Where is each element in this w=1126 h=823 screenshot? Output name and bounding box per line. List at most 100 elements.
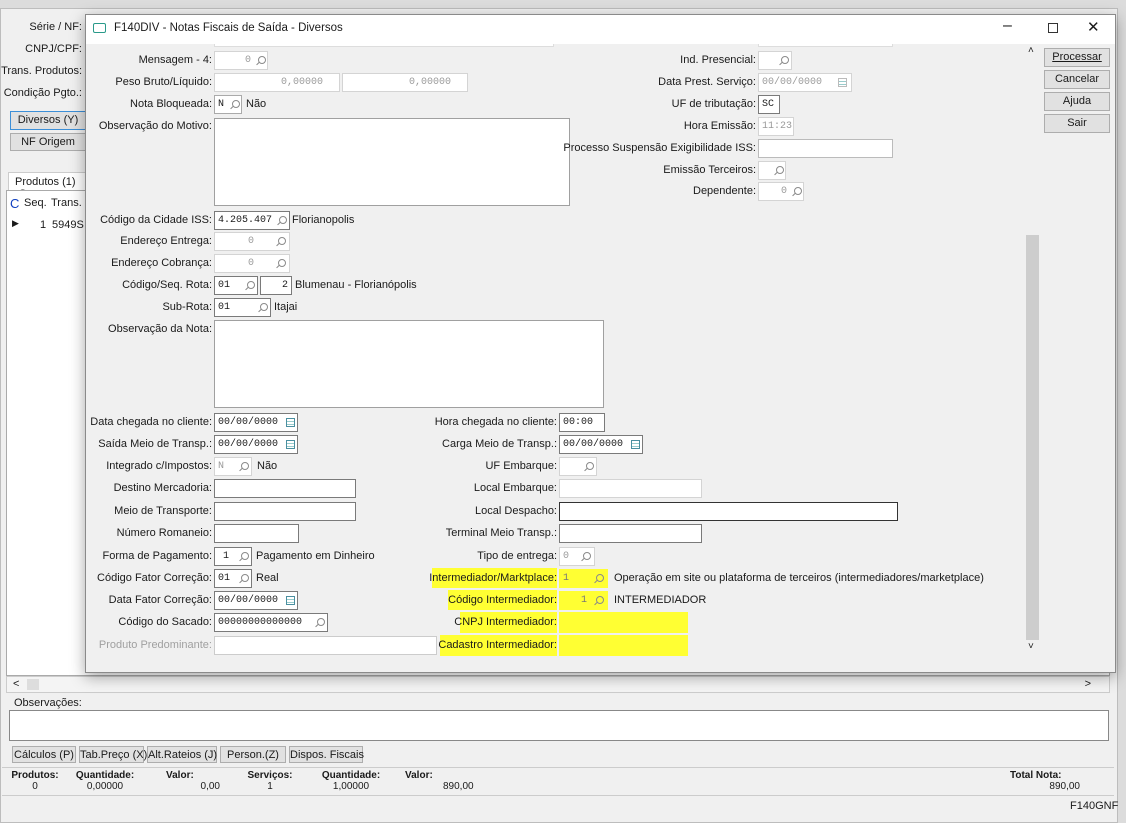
total-nota-label: Total Nota: — [1010, 770, 1062, 781]
terminal-input[interactable] — [559, 524, 702, 543]
ajuda-button[interactable]: Ajuda — [1044, 92, 1110, 111]
local-despacho-label: Local Despacho: — [475, 505, 557, 517]
servicos-label: Serviços: — [247, 770, 293, 781]
tab-produtos[interactable]: Produtos (1) S — [8, 172, 86, 200]
grid-cell-seq[interactable]: 1 — [40, 219, 46, 231]
end-entrega-label: Endereço Entrega: — [120, 235, 212, 247]
processo-iss-label: Processo Suspensão Exigibilidade ISS: — [563, 142, 756, 154]
calendar-icon[interactable] — [631, 440, 640, 449]
vertical-scrollbar[interactable]: ˄ ˅ — [1025, 45, 1040, 657]
search-icon[interactable] — [238, 574, 249, 584]
observacoes-textarea[interactable] — [9, 710, 1109, 741]
local-embarque-input[interactable] — [559, 479, 702, 498]
forma-pagamento-desc: Pagamento em Dinheiro — [256, 550, 375, 562]
meio-transporte-input[interactable] — [214, 502, 356, 521]
search-icon[interactable] — [238, 462, 249, 472]
minimize-icon[interactable]: – — [1003, 17, 1012, 35]
peso-liquido-input[interactable]: 0,00000 — [342, 73, 468, 92]
rota-label: Código/Seq. Rota: — [122, 279, 212, 291]
produtos-label: Produtos: — [11, 770, 59, 781]
obs-motivo-label: Observação do Motivo: — [98, 120, 212, 132]
peso-bruto-input[interactable]: 0,00000 — [214, 73, 340, 92]
cancelar-button[interactable]: Cancelar — [1044, 70, 1110, 89]
local-despacho-input[interactable] — [559, 502, 898, 521]
cadastro-intermediador-input[interactable] — [559, 635, 688, 656]
search-icon[interactable] — [255, 56, 266, 66]
nf-origem-button[interactable]: NF Origem — [10, 133, 86, 151]
destino-label: Destino Mercadoria: — [113, 482, 212, 494]
calculos-button[interactable]: Cálculos (P) — [12, 746, 76, 763]
row-pointer-icon: ▶ — [12, 218, 19, 228]
cnpj-intermediador-label: CNPJ Intermediador: — [454, 616, 557, 628]
search-icon[interactable] — [238, 552, 249, 562]
scroll-thumb[interactable] — [1026, 235, 1039, 640]
destino-input[interactable] — [214, 479, 356, 498]
servicos-value: 1 — [267, 781, 273, 792]
scroll-left-icon[interactable]: < — [13, 678, 19, 690]
scroll-thumb[interactable] — [27, 679, 39, 690]
valor-p-label: Valor: — [166, 770, 194, 781]
obs-nota-textarea[interactable] — [214, 320, 604, 408]
processar-button[interactable]: Processar — [1044, 48, 1110, 67]
search-icon[interactable] — [583, 462, 594, 472]
search-icon[interactable] — [778, 56, 789, 66]
search-icon[interactable] — [314, 618, 325, 628]
cidade-iss-desc: Florianopolis — [292, 214, 355, 226]
search-icon[interactable] — [773, 166, 784, 176]
scroll-up-icon[interactable]: ˄ — [1028, 45, 1034, 56]
cnpj-intermediador-input[interactable] — [559, 612, 688, 633]
calendar-icon[interactable] — [838, 78, 847, 87]
search-icon[interactable] — [257, 303, 268, 313]
produtos-value: 0 — [32, 781, 38, 792]
calendar-icon[interactable] — [286, 418, 295, 427]
search-icon[interactable] — [275, 237, 286, 247]
search-icon[interactable] — [275, 259, 286, 269]
search-icon[interactable] — [580, 552, 591, 562]
dispos-fiscais-button[interactable]: Dispos. Fiscais — [289, 746, 364, 763]
end-cobranca-label: Endereço Cobrança: — [111, 257, 212, 269]
search-icon[interactable] — [276, 216, 287, 226]
nota-bloqueada-label: Nota Bloqueada: — [130, 98, 212, 110]
close-icon[interactable]: ✕ — [1087, 18, 1100, 36]
grid-cell-trans[interactable]: 5949S — [52, 219, 84, 231]
hora-emissao-input[interactable]: 11:23 — [758, 117, 794, 136]
saida-meio-label: Saída Meio de Transp.: — [98, 438, 212, 450]
dialog-title: F140DIV - Notas Fiscais de Saída - Diver… — [114, 22, 343, 34]
search-icon[interactable] — [244, 281, 255, 291]
dependente-label: Dependente: — [693, 185, 756, 197]
sair-label: Sair — [1067, 117, 1087, 129]
horizontal-scrollbar[interactable]: < > — [6, 676, 1110, 693]
maximize-icon[interactable] — [1048, 23, 1058, 33]
calendar-icon[interactable] — [286, 440, 295, 449]
forma-pagamento-label: Forma de Pagamento: — [102, 550, 212, 562]
tab-produtos-label: Produtos (1) — [15, 176, 76, 188]
rota-seq-input[interactable]: 2 — [260, 276, 292, 295]
sair-button[interactable]: Sair — [1044, 114, 1110, 133]
hora-chegada-input[interactable]: 00:00 — [559, 413, 605, 432]
integrado-label: Integrado c/Impostos: — [106, 460, 212, 472]
cancelar-label: Cancelar — [1054, 73, 1100, 85]
uf-tributacao-input[interactable]: SC — [758, 95, 780, 114]
emissao-terceiros-label: Emissão Terceiros: — [663, 164, 756, 176]
romaneio-input[interactable] — [214, 524, 299, 543]
person-button[interactable]: Person.(Z) — [220, 746, 286, 763]
search-icon[interactable] — [593, 596, 604, 606]
sacado-input[interactable]: 00000000000000 — [214, 613, 328, 632]
local-embarque-label: Local Embarque: — [473, 482, 557, 494]
processo-iss-input[interactable] — [758, 139, 893, 158]
obs-motivo-textarea[interactable] — [214, 118, 570, 206]
scroll-right-icon[interactable]: > — [1085, 678, 1091, 690]
ind-presencial-label: Ind. Presencial: — [680, 54, 756, 66]
calendar-icon[interactable] — [286, 596, 295, 605]
observacoes-label: Observações: — [14, 697, 82, 709]
search-icon[interactable] — [791, 187, 802, 197]
tab-preco-button[interactable]: Tab.Preço (X) — [79, 746, 147, 763]
total-nota-value: 890,00 — [1049, 781, 1080, 792]
search-icon[interactable] — [593, 574, 604, 584]
diversos-button[interactable]: Diversos (Y) — [10, 111, 86, 130]
condicao-pgto-label: Condição Pgto.: — [3, 87, 82, 99]
alt-rateios-button[interactable]: Alt.Rateios (J) — [147, 746, 217, 763]
valor-p-value: 0,00 — [200, 781, 220, 792]
scroll-down-icon[interactable]: ˅ — [1028, 641, 1034, 652]
search-icon[interactable] — [229, 100, 240, 110]
